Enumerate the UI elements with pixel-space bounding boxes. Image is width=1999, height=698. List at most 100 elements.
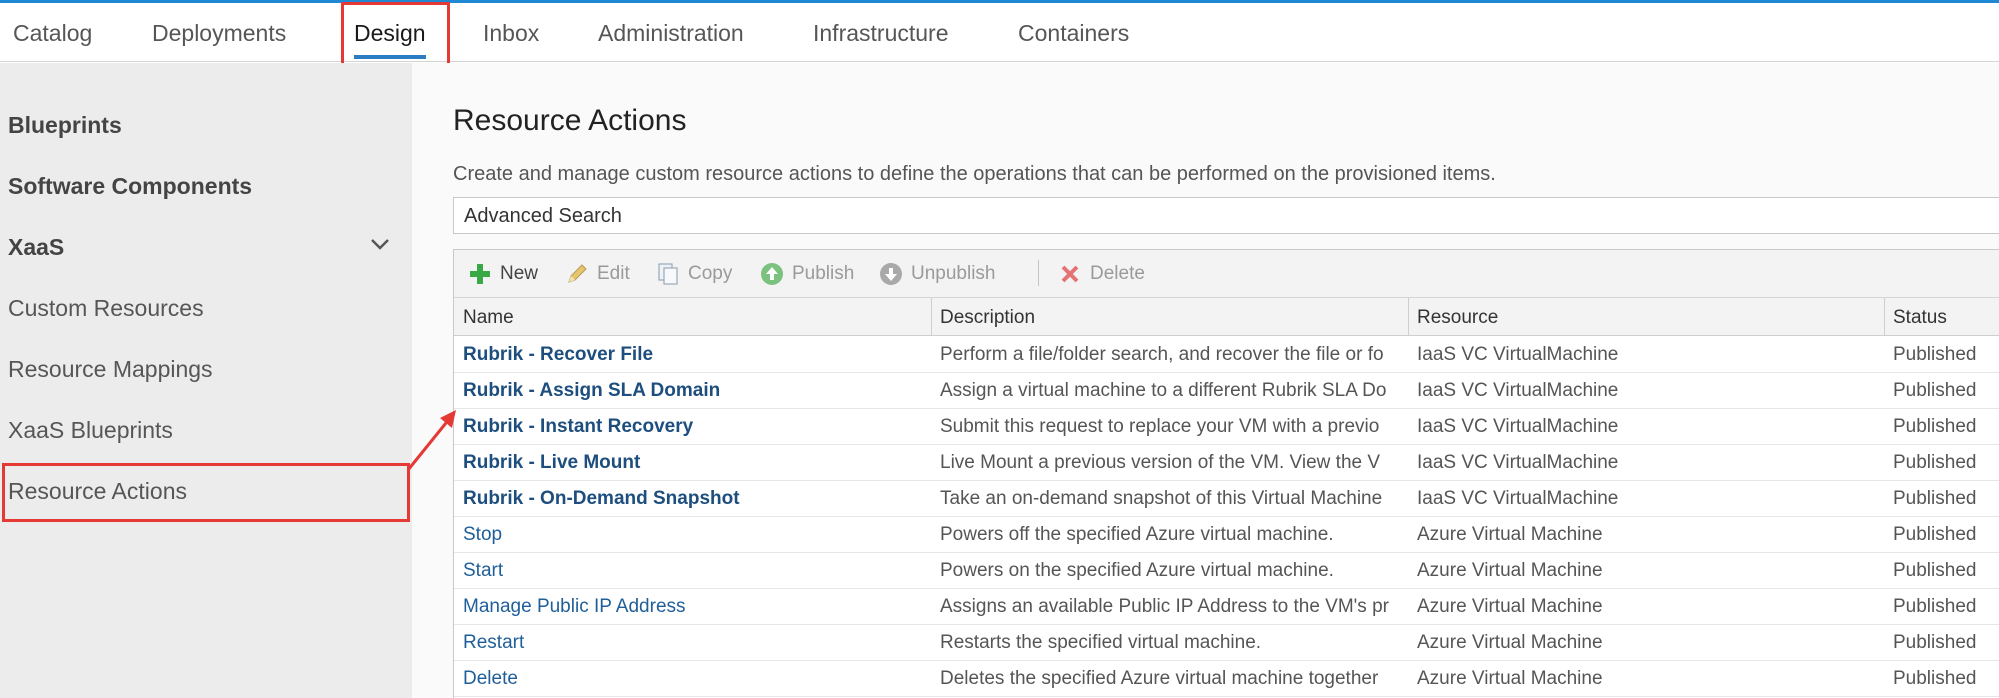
toolbar-separator [1038, 260, 1039, 286]
table-row[interactable]: Rubrik - Assign SLA Domain Assign a virt… [454, 373, 1999, 409]
unpublish-button[interactable]: Unpublish [879, 262, 1009, 286]
row-name-link[interactable]: Rubrik - Recover File [463, 344, 923, 366]
row-status: Published [1893, 560, 1977, 581]
table-row[interactable]: Restart Restarts the specified virtual m… [454, 625, 1999, 661]
row-name-link[interactable]: Rubrik - Instant Recovery [463, 416, 923, 438]
row-resource: IaaS VC VirtualMachine [1417, 380, 1619, 401]
row-description: Assign a virtual machine to a different … [940, 380, 1387, 401]
tab-administration[interactable]: Administration [598, 20, 744, 47]
row-status: Published [1893, 488, 1977, 509]
sidebar-item-xaas-blueprints[interactable]: XaaS Blueprints [8, 417, 173, 444]
plus-icon [470, 264, 490, 284]
column-header-description[interactable]: Description [940, 307, 1035, 329]
table-row[interactable]: Rubrik - On-Demand Snapshot Take an on-d… [454, 481, 1999, 517]
row-resource: IaaS VC VirtualMachine [1417, 416, 1619, 437]
row-resource: IaaS VC VirtualMachine [1417, 452, 1619, 473]
column-header-resource[interactable]: Resource [1417, 307, 1498, 329]
publish-button[interactable]: Publish [760, 262, 860, 286]
tab-infrastructure[interactable]: Infrastructure [813, 20, 949, 47]
unpublish-button-label: Unpublish [911, 263, 996, 284]
row-name-link[interactable]: Rubrik - Live Mount [463, 452, 923, 474]
delete-button-label: Delete [1090, 263, 1145, 284]
tab-catalog[interactable]: Catalog [13, 20, 92, 47]
row-status: Published [1893, 668, 1977, 689]
sidebar-item-resource-actions[interactable]: Resource Actions [8, 478, 187, 505]
row-status: Published [1893, 632, 1977, 653]
sidebar-item-custom-resources[interactable]: Custom Resources [8, 295, 204, 322]
sidebar: Blueprints Software Components XaaS Cust… [0, 63, 412, 698]
row-description: Powers on the specified Azure virtual ma… [940, 560, 1334, 581]
row-status: Published [1893, 416, 1977, 437]
grid-toolbar: New Edit Copy Publish Unpublish Delete [454, 250, 1999, 298]
row-description: Assigns an available Public IP Address t… [940, 596, 1389, 617]
sidebar-item-blueprints[interactable]: Blueprints [8, 112, 122, 139]
sidebar-item-software-components[interactable]: Software Components [8, 173, 252, 200]
chevron-down-icon[interactable] [369, 233, 391, 255]
delete-x-icon [1061, 265, 1079, 283]
edit-button[interactable]: Edit [565, 262, 635, 286]
row-description: Submit this request to replace your VM w… [940, 416, 1380, 437]
advanced-search-bar[interactable]: Advanced Search [453, 197, 1999, 234]
row-status: Published [1893, 344, 1977, 365]
column-divider[interactable] [931, 298, 932, 336]
row-status: Published [1893, 452, 1977, 473]
publish-up-arrow-icon [761, 263, 783, 285]
row-description: Live Mount a previous version of the VM.… [940, 452, 1381, 473]
table-row[interactable]: Rubrik - Instant Recovery Submit this re… [454, 409, 1999, 445]
copy-button-label: Copy [688, 263, 733, 284]
edit-button-label: Edit [597, 263, 630, 284]
tab-containers[interactable]: Containers [1018, 20, 1129, 47]
tab-deployments[interactable]: Deployments [152, 20, 286, 47]
row-name-link[interactable]: Manage Public IP Address [463, 596, 923, 618]
main-content: Resource Actions Create and manage custo… [412, 63, 1999, 698]
unpublish-down-arrow-icon [880, 263, 902, 285]
table-row[interactable]: Delete Deletes the specified Azure virtu… [454, 661, 1999, 697]
new-button[interactable]: New [468, 262, 548, 286]
row-resource: Azure Virtual Machine [1417, 668, 1603, 689]
resource-actions-grid: New Edit Copy Publish Unpublish Delete N… [453, 249, 1999, 698]
row-resource: IaaS VC VirtualMachine [1417, 344, 1619, 365]
top-navigation: Catalog Deployments Design Inbox Adminis… [0, 3, 1999, 62]
new-button-label: New [500, 263, 539, 284]
column-divider[interactable] [1408, 298, 1409, 336]
table-row[interactable]: Rubrik - Live Mount Live Mount a previou… [454, 445, 1999, 481]
page-title: Resource Actions [453, 104, 687, 137]
copy-icon [658, 263, 678, 285]
row-resource: Azure Virtual Machine [1417, 632, 1603, 653]
sidebar-item-xaas[interactable]: XaaS [8, 234, 64, 261]
tab-inbox[interactable]: Inbox [483, 20, 539, 47]
tab-design[interactable]: Design [354, 20, 426, 59]
row-resource: Azure Virtual Machine [1417, 560, 1603, 581]
table-row[interactable]: Start Powers on the specified Azure virt… [454, 553, 1999, 589]
column-header-status[interactable]: Status [1893, 307, 1947, 329]
row-resource: IaaS VC VirtualMachine [1417, 488, 1619, 509]
row-name-link[interactable]: Restart [463, 632, 923, 654]
row-status: Published [1893, 596, 1977, 617]
publish-button-label: Publish [792, 263, 855, 284]
row-name-link[interactable]: Stop [463, 524, 923, 546]
delete-button[interactable]: Delete [1058, 262, 1158, 286]
row-description: Powers off the specified Azure virtual m… [940, 524, 1334, 545]
column-divider[interactable] [1884, 298, 1885, 336]
copy-button[interactable]: Copy [656, 262, 736, 286]
row-name-link[interactable]: Delete [463, 668, 923, 690]
pencil-icon [568, 264, 587, 283]
sidebar-item-resource-mappings[interactable]: Resource Mappings [8, 356, 213, 383]
table-header: Name Description Resource Status [454, 298, 1999, 336]
column-header-name[interactable]: Name [463, 307, 514, 329]
row-status: Published [1893, 524, 1977, 545]
row-description: Perform a file/folder search, and recove… [940, 344, 1384, 365]
row-name-link[interactable]: Rubrik - On-Demand Snapshot [463, 488, 923, 510]
table-row[interactable]: Rubrik - Recover File Perform a file/fol… [454, 337, 1999, 373]
row-status: Published [1893, 380, 1977, 401]
row-description: Take an on-demand snapshot of this Virtu… [940, 488, 1383, 509]
row-resource: Azure Virtual Machine [1417, 596, 1603, 617]
row-name-link[interactable]: Rubrik - Assign SLA Domain [463, 380, 923, 402]
row-description: Deletes the specified Azure virtual mach… [940, 668, 1379, 689]
advanced-search-label: Advanced Search [464, 205, 622, 227]
row-resource: Azure Virtual Machine [1417, 524, 1603, 545]
row-name-link[interactable]: Start [463, 560, 923, 582]
table-row[interactable]: Stop Powers off the specified Azure virt… [454, 517, 1999, 553]
row-description: Restarts the specified virtual machine. [940, 632, 1262, 653]
table-row[interactable]: Manage Public IP Address Assigns an avai… [454, 589, 1999, 625]
